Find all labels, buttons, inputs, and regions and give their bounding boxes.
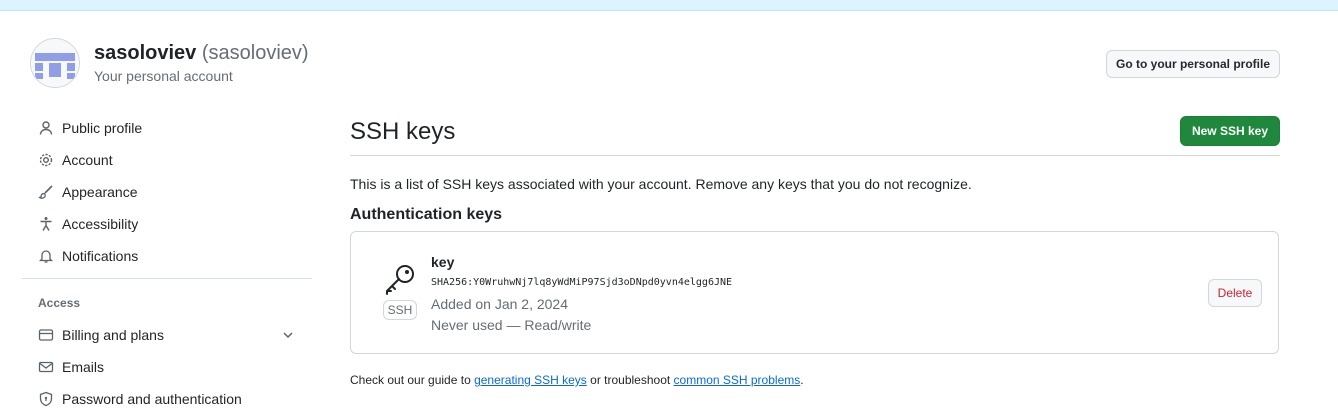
sidebar-heading-access: Access [38,296,81,310]
key-fingerprint: SHA256:Y0WruhwNj7lq8yWdMiP97Sjd3oDNpd0yv… [431,277,733,288]
paintbrush-icon [38,184,54,200]
sidebar-item-label: Account [62,152,113,168]
gear-icon [38,152,54,168]
credit-card-icon [38,327,54,343]
chevron-down-icon[interactable] [280,327,296,343]
page-title: SSH keys [350,118,456,145]
key-title: key [431,254,455,270]
sidebar-item-label: Password and authentication [62,391,242,407]
guide-suffix: . [800,373,804,387]
sidebar-item-billing[interactable]: Billing and plans [22,319,312,351]
person-icon [38,120,54,136]
account-login[interactable]: sasoloviev [94,42,196,64]
sidebar-item-label: Notifications [62,248,139,264]
sidebar-item-label: Accessibility [62,216,139,232]
account-handle: (sasoloviev) [201,42,309,64]
identicon-icon [31,39,79,87]
new-ssh-key-button[interactable]: New SSH key [1180,116,1280,146]
account-header: sasoloviev (sasoloviev) Your personal ac… [30,38,320,90]
key-usage: Never used — Read/write [431,317,592,333]
guide-prefix: Check out our guide to [350,373,475,387]
sidebar-divider [22,278,312,279]
sidebar-item-label: Emails [62,359,105,375]
sidebar-item-account[interactable]: Account [22,144,312,176]
generating-ssh-keys-link[interactable]: generating SSH keys [474,373,587,387]
bell-icon [38,248,54,264]
account-name: sasoloviev (sasoloviev) [94,42,309,65]
sidebar-item-label: Appearance [62,184,138,200]
key-icon [386,265,414,295]
sidebar-item-label: Public profile [62,120,143,136]
sidebar-item-appearance[interactable]: Appearance [22,176,312,208]
sidebar-item-public-profile[interactable]: Public profile [22,112,312,144]
title-divider [350,155,1280,156]
intro-text: This is a list of SSH keys associated wi… [350,176,972,192]
ssh-key-list: SSH key SHA256:Y0WruhwNj7lq8yWdMiP97Sjd3… [350,231,1279,354]
sidebar-item-password[interactable]: Password and authentication [22,383,312,415]
shield-lock-icon [38,391,54,407]
sidebar-item-accessibility[interactable]: Accessibility [22,208,312,240]
sidebar-item-label: Billing and plans [62,327,164,343]
section-title-authentication-keys: Authentication keys [350,206,503,223]
avatar[interactable] [30,38,80,88]
mail-icon [38,359,54,375]
guide-middle: or troubleshoot [586,373,674,387]
key-type-indicator: SSH [382,262,418,322]
accessibility-icon [38,216,54,232]
sidebar-item-emails[interactable]: Emails [22,351,312,383]
delete-key-button[interactable]: Delete [1208,279,1262,307]
sidebar-item-notifications[interactable]: Notifications [22,240,312,272]
account-subtitle: Your personal account [94,68,233,84]
common-ssh-problems-link[interactable]: common SSH problems [674,373,801,387]
guide-text: Check out our guide to generating SSH ke… [350,373,804,387]
key-added-date: Added on Jan 2, 2024 [431,296,569,312]
go-to-profile-button[interactable]: Go to your personal profile [1106,50,1280,78]
top-banner [0,0,1338,11]
ssh-type-label: SSH [382,300,418,320]
